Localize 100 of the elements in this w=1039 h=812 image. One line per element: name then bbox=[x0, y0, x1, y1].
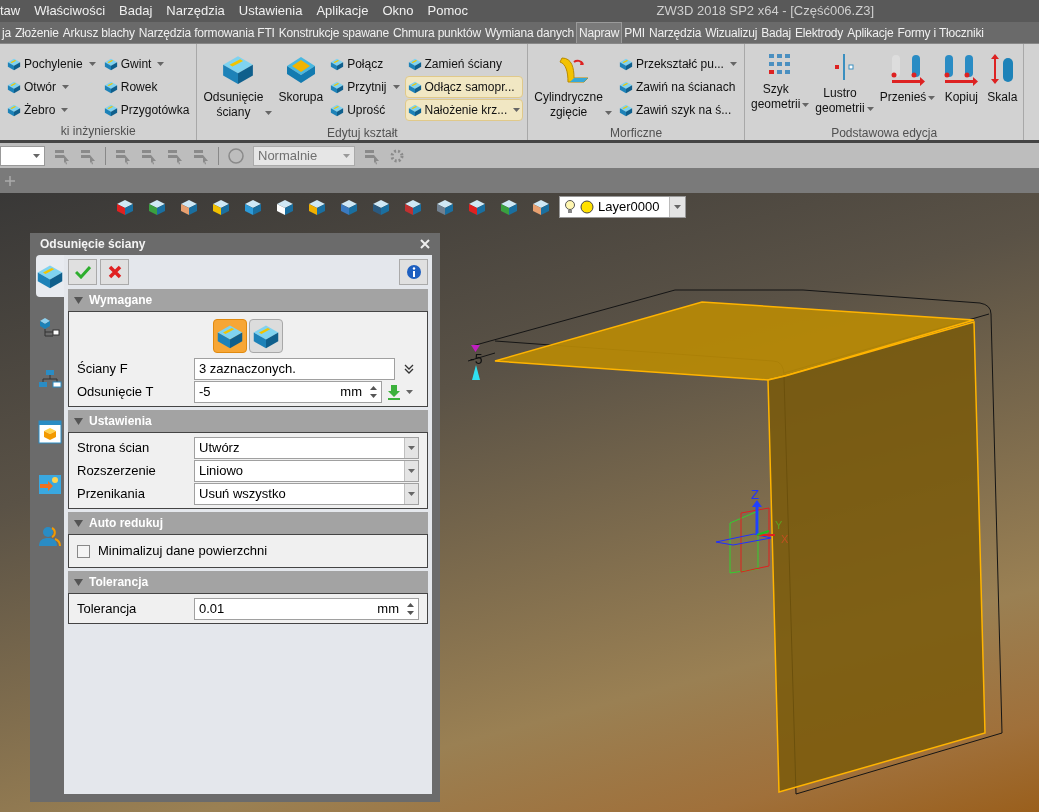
ribbon-button[interactable]: Nałożenie krz... bbox=[404, 99, 524, 121]
ribbon-tab[interactable]: Formy i Tłoczniki bbox=[895, 22, 986, 43]
menu-item[interactable]: Aplikacje bbox=[309, 1, 376, 21]
block-icon bbox=[7, 103, 21, 117]
ribbon-large-button[interactable]: Lustro geometrii bbox=[813, 48, 876, 126]
block-icon bbox=[7, 80, 21, 94]
ribbon-button[interactable]: Zawiń na ścianach bbox=[615, 76, 740, 98]
view-tool-icon[interactable] bbox=[307, 197, 327, 217]
caret-icon bbox=[513, 108, 521, 112]
ribbon-tab[interactable]: Narzędzia formowania FTI bbox=[136, 22, 277, 43]
caret-icon bbox=[406, 389, 413, 394]
cancel-button[interactable] bbox=[100, 259, 129, 285]
view-tool-icon[interactable] bbox=[243, 197, 263, 217]
layer-dropdown[interactable]: Layer0000 bbox=[559, 196, 686, 218]
block-icon bbox=[330, 80, 345, 94]
button-label: Skorupa bbox=[278, 90, 324, 105]
spinner-icon[interactable] bbox=[370, 384, 377, 399]
ribbon-large-button[interactable]: Skorupa bbox=[276, 48, 326, 126]
view-tool-icon[interactable] bbox=[275, 197, 295, 217]
view-tool-icon[interactable] bbox=[339, 197, 359, 217]
mode-toggle[interactable] bbox=[213, 319, 247, 353]
field-label: Strona ścian bbox=[77, 438, 151, 457]
cone-icon bbox=[472, 365, 480, 380]
close-icon bbox=[107, 265, 122, 279]
mode-toggle[interactable] bbox=[249, 319, 283, 353]
ribbon-tab[interactable]: Wizualizuj bbox=[703, 22, 760, 43]
view-tool-icon[interactable] bbox=[211, 197, 231, 217]
ribbon-button[interactable]: Gwint bbox=[100, 53, 193, 75]
dropdown[interactable]: Usuń wszystko bbox=[194, 482, 419, 505]
ribbon-tab[interactable]: ja bbox=[0, 22, 13, 43]
ribbon-button[interactable]: Żebro bbox=[4, 99, 99, 121]
view-tool-icon[interactable] bbox=[435, 197, 455, 217]
menu-item[interactable]: Okno bbox=[375, 1, 421, 21]
ribbon-tab[interactable]: Badaj bbox=[759, 22, 793, 43]
block-icon bbox=[103, 57, 118, 71]
view-tool-icon[interactable] bbox=[179, 197, 199, 217]
number-field[interactable]: -5 mm bbox=[194, 380, 382, 403]
menu-item[interactable]: taw bbox=[0, 1, 28, 21]
ribbon-large-button[interactable]: Przenieś bbox=[877, 48, 938, 126]
ribbon-button[interactable]: Przytnij bbox=[327, 76, 403, 98]
button-label: Szyk geometrii bbox=[750, 82, 801, 112]
menu-item[interactable]: Ustawienia bbox=[231, 1, 310, 21]
ribbon-large-button[interactable]: Odsunięcie ściany bbox=[201, 48, 275, 126]
ribbon-tab[interactable]: Chmura punktów bbox=[391, 22, 483, 43]
ribbon-tab[interactable]: Arkusz blachy bbox=[60, 22, 137, 43]
block-icon bbox=[618, 80, 633, 94]
filter-combo[interactable] bbox=[0, 145, 45, 166]
ribbon-button[interactable]: Zamień ściany bbox=[404, 53, 524, 75]
menu-item[interactable]: Pomoc bbox=[420, 1, 475, 21]
number-field[interactable]: 0.01 mm bbox=[194, 597, 419, 620]
button-label: Cylindryczne zgięcie bbox=[534, 90, 603, 120]
info-button[interactable] bbox=[399, 259, 428, 285]
ribbon-button[interactable]: Przekształć pu... bbox=[615, 53, 740, 75]
ribbon-tab[interactable]: Aplikacje bbox=[845, 22, 896, 43]
block-icon bbox=[103, 80, 118, 94]
view-tool-icon[interactable] bbox=[499, 197, 519, 217]
close-icon[interactable] bbox=[420, 239, 430, 249]
ribbon-button[interactable]: Połącz bbox=[327, 53, 403, 75]
menu-item[interactable]: Narzędzia bbox=[159, 1, 232, 21]
ribbon-button[interactable]: Pochylenie bbox=[4, 53, 99, 75]
ribbon-tab[interactable]: Konstrukcje spawane bbox=[276, 22, 391, 43]
ribbon-large-button[interactable]: Szyk geometrii bbox=[748, 48, 812, 126]
ribbon-tab[interactable]: Narzędzia bbox=[646, 22, 704, 43]
view-tool-icon[interactable] bbox=[531, 197, 551, 217]
ribbon-tab[interactable]: Elektrody bbox=[792, 22, 846, 43]
group-label: Morficzne bbox=[609, 126, 664, 140]
view-tool-icon[interactable] bbox=[403, 197, 423, 217]
field-label: Tolerancja bbox=[77, 599, 138, 618]
view-tool-icon[interactable] bbox=[147, 197, 167, 217]
ribbon-large-button[interactable]: Kopiuj bbox=[939, 48, 984, 126]
caret-icon bbox=[729, 62, 737, 66]
ribbon-button[interactable]: Otwór bbox=[4, 76, 99, 98]
checkbox[interactable] bbox=[77, 544, 90, 558]
menu-item[interactable]: Badaj bbox=[112, 1, 160, 21]
caret-icon bbox=[674, 205, 681, 209]
block-icon bbox=[618, 57, 633, 71]
view-tool-icon[interactable] bbox=[371, 197, 391, 217]
ribbon-tab[interactable]: Złożenie bbox=[12, 22, 61, 43]
menu-item[interactable]: Właściwości bbox=[27, 1, 113, 21]
spinner-icon[interactable] bbox=[407, 601, 414, 616]
scale-arrow-icon bbox=[989, 52, 1016, 86]
ribbon-button[interactable]: Uprość bbox=[327, 99, 403, 121]
view-tool-icon[interactable] bbox=[467, 197, 487, 217]
ribbon-large-button[interactable]: Skala bbox=[985, 48, 1020, 126]
dropdown[interactable]: Liniowo bbox=[194, 459, 419, 482]
ribbon-tab[interactable]: PMI bbox=[622, 22, 647, 43]
side-tab[interactable] bbox=[36, 255, 64, 297]
double-chevron-icon[interactable] bbox=[403, 362, 415, 375]
ribbon-button[interactable]: Odłącz samopr... bbox=[404, 76, 524, 98]
ribbon-button[interactable]: Rowek bbox=[100, 76, 193, 98]
ribbon-tab[interactable]: Napraw bbox=[576, 22, 623, 43]
ribbon-large-button[interactable]: Cylindryczne zgięcie bbox=[532, 48, 614, 126]
dialog-title: Odsunięcie ściany bbox=[40, 236, 147, 253]
check-icon bbox=[74, 265, 91, 279]
dropdown[interactable]: Utwórz bbox=[194, 436, 419, 459]
ribbon-tab[interactable]: Wymiana danych bbox=[482, 22, 577, 43]
ribbon-button[interactable]: Zawiń szyk na ś... bbox=[615, 99, 740, 121]
selection-field[interactable]: 3 zaznaczonych. bbox=[194, 357, 395, 380]
ribbon-button[interactable]: Przygotówka bbox=[100, 99, 193, 121]
view-tool-icon[interactable] bbox=[115, 197, 135, 217]
